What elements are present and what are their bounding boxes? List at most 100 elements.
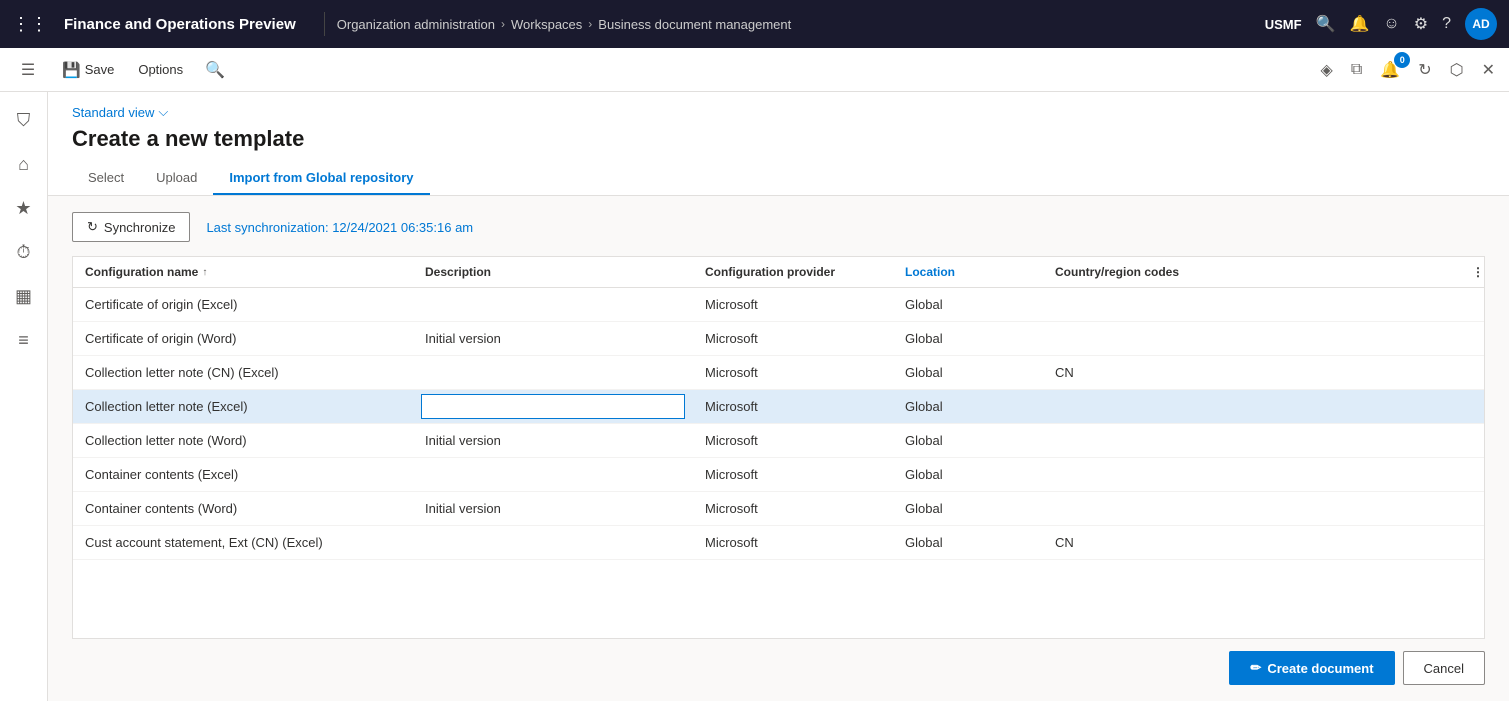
options-button[interactable]: Options — [128, 58, 193, 81]
cell-provider: Microsoft — [693, 458, 893, 491]
footer-buttons: ✏ Create document Cancel — [72, 639, 1485, 685]
cell-config-name: Collection letter note (CN) (Excel) — [73, 356, 413, 389]
smiley-icon[interactable]: ☺ — [1383, 15, 1399, 33]
tab-import-global[interactable]: Import from Global repository — [213, 162, 429, 195]
open-new-window-icon[interactable]: ⬡ — [1444, 56, 1470, 84]
breadcrumb-item-1[interactable]: Organization administration — [337, 17, 495, 32]
description-edit-input[interactable] — [421, 394, 685, 419]
cell-more — [1460, 526, 1484, 559]
hamburger-menu-icon[interactable]: ☰ — [8, 50, 48, 90]
avatar[interactable]: AD — [1465, 8, 1497, 40]
palette-icon[interactable]: ◈ — [1315, 56, 1339, 84]
breadcrumb-item-2[interactable]: Workspaces — [511, 17, 582, 32]
cell-provider: Microsoft — [693, 390, 893, 423]
cell-location: Global — [893, 356, 1043, 389]
notifications-badge-container: 🔔 0 — [1374, 56, 1406, 84]
command-bar-right: ◈ ⧉ 🔔 0 ↻ ⬡ ✕ — [1315, 56, 1501, 84]
cell-more — [1460, 322, 1484, 355]
cell-config-name: Cust account statement, Ext (CN) (Excel) — [73, 526, 413, 559]
column-header-provider: Configuration provider — [693, 257, 893, 287]
table-row[interactable]: Container contents (Word) Initial versio… — [73, 492, 1484, 526]
breadcrumb-item-3[interactable]: Business document management — [598, 17, 791, 32]
table-row[interactable]: Collection letter note (Word) Initial ve… — [73, 424, 1484, 458]
refresh-icon[interactable]: ↻ — [1412, 56, 1437, 84]
split-view-icon[interactable]: ⧉ — [1345, 57, 1368, 83]
close-icon[interactable]: ✕ — [1476, 56, 1501, 84]
cell-config-name: Container contents (Word) — [73, 492, 413, 525]
cell-provider: Microsoft — [693, 322, 893, 355]
cell-description — [413, 356, 693, 389]
column-header-location: Location — [893, 257, 1043, 287]
table-row-selected[interactable]: Collection letter note (Excel) Microsoft… — [73, 390, 1484, 424]
sidebar-favorites-icon[interactable]: ★ — [4, 188, 44, 228]
column-header-description: Description — [413, 257, 693, 287]
tabs-container: Select Upload Import from Global reposit… — [72, 162, 1485, 195]
cell-description: Initial version — [413, 424, 693, 457]
search-icon[interactable]: 🔍 — [1316, 14, 1336, 34]
cell-provider: Microsoft — [693, 526, 893, 559]
cell-country: CN — [1043, 526, 1460, 559]
cell-more — [1460, 458, 1484, 491]
sidebar-home-icon[interactable]: ⌂ — [4, 144, 44, 184]
app-grid-icon[interactable]: ⋮⋮ — [12, 14, 48, 35]
nav-divider — [324, 12, 325, 36]
cell-config-name: Collection letter note (Excel) — [73, 390, 413, 423]
notifications-icon[interactable]: 🔔 — [1349, 14, 1369, 34]
cell-country — [1043, 458, 1460, 491]
command-search-icon[interactable]: 🔍 — [205, 60, 225, 80]
cancel-button[interactable]: Cancel — [1403, 651, 1485, 685]
tab-upload[interactable]: Upload — [140, 162, 213, 195]
sidebar-workspaces-icon[interactable]: ▦ — [4, 276, 44, 316]
table-row[interactable]: Certificate of origin (Excel) Microsoft … — [73, 288, 1484, 322]
cell-description: Initial version — [413, 492, 693, 525]
cell-description-editable[interactable] — [413, 390, 693, 423]
top-nav-right: USMF 🔍 🔔 ☺ ⚙ ? AD — [1265, 8, 1497, 40]
sidebar-modules-icon[interactable]: ≡ — [4, 320, 44, 360]
command-bar: ☰ 💾 Save Options 🔍 ◈ ⧉ 🔔 0 ↻ ⬡ ✕ — [0, 48, 1509, 92]
main-layout: ⛉ ⌂ ★ ⏱ ▦ ≡ Standard view ⌵ Create a new… — [0, 92, 1509, 701]
sidebar-filter-icon[interactable]: ⛉ — [4, 100, 44, 140]
synchronize-button[interactable]: ↻ Synchronize — [72, 212, 190, 242]
column-header-more[interactable]: ⋮ — [1460, 257, 1484, 287]
cell-country — [1043, 390, 1460, 423]
content-area: Standard view ⌵ Create a new template Se… — [48, 92, 1509, 701]
cell-location: Global — [893, 458, 1043, 491]
column-header-country: Country/region codes — [1043, 257, 1460, 287]
help-icon[interactable]: ? — [1442, 15, 1451, 33]
notification-count-badge: 0 — [1394, 52, 1410, 68]
cell-description — [413, 526, 693, 559]
breadcrumb: Organization administration › Workspaces… — [337, 17, 1257, 32]
cell-country — [1043, 322, 1460, 355]
company-selector[interactable]: USMF — [1265, 17, 1302, 32]
data-table: Configuration name ↑ Description Configu… — [72, 256, 1485, 639]
cell-location: Global — [893, 322, 1043, 355]
sidebar-recent-icon[interactable]: ⏱ — [4, 232, 44, 272]
cell-config-name: Certificate of origin (Excel) — [73, 288, 413, 321]
page-header: Standard view ⌵ Create a new template Se… — [48, 92, 1509, 196]
cell-country — [1043, 424, 1460, 457]
top-nav-bar: ⋮⋮ Finance and Operations Preview Organi… — [0, 0, 1509, 48]
table-row[interactable]: Collection letter note (CN) (Excel) Micr… — [73, 356, 1484, 390]
sidebar: ⛉ ⌂ ★ ⏱ ▦ ≡ — [0, 92, 48, 701]
table-row[interactable]: Cust account statement, Ext (CN) (Excel)… — [73, 526, 1484, 560]
cell-location: Global — [893, 492, 1043, 525]
tab-select[interactable]: Select — [72, 162, 140, 195]
table-row[interactable]: Container contents (Excel) Microsoft Glo… — [73, 458, 1484, 492]
cell-country — [1043, 492, 1460, 525]
save-button[interactable]: 💾 Save — [52, 57, 124, 83]
settings-icon[interactable]: ⚙ — [1414, 14, 1428, 34]
cell-more — [1460, 492, 1484, 525]
table-row[interactable]: Certificate of origin (Word) Initial ver… — [73, 322, 1484, 356]
cell-country: CN — [1043, 356, 1460, 389]
cell-more — [1460, 356, 1484, 389]
cell-provider: Microsoft — [693, 356, 893, 389]
view-selector[interactable]: Standard view ⌵ — [72, 104, 1485, 120]
last-sync-text: Last synchronization: 12/24/2021 06:35:1… — [206, 220, 473, 235]
sort-icon-config-name: ↑ — [202, 267, 207, 278]
table-scroll-area[interactable]: Certificate of origin (Excel) Microsoft … — [73, 288, 1484, 632]
create-document-button[interactable]: ✏ Create document — [1229, 651, 1394, 685]
sync-bar: ↻ Synchronize Last synchronization: 12/2… — [72, 212, 1485, 242]
sync-icon: ↻ — [87, 219, 98, 235]
column-header-configuration-name[interactable]: Configuration name ↑ — [73, 257, 413, 287]
cell-description: Initial version — [413, 322, 693, 355]
